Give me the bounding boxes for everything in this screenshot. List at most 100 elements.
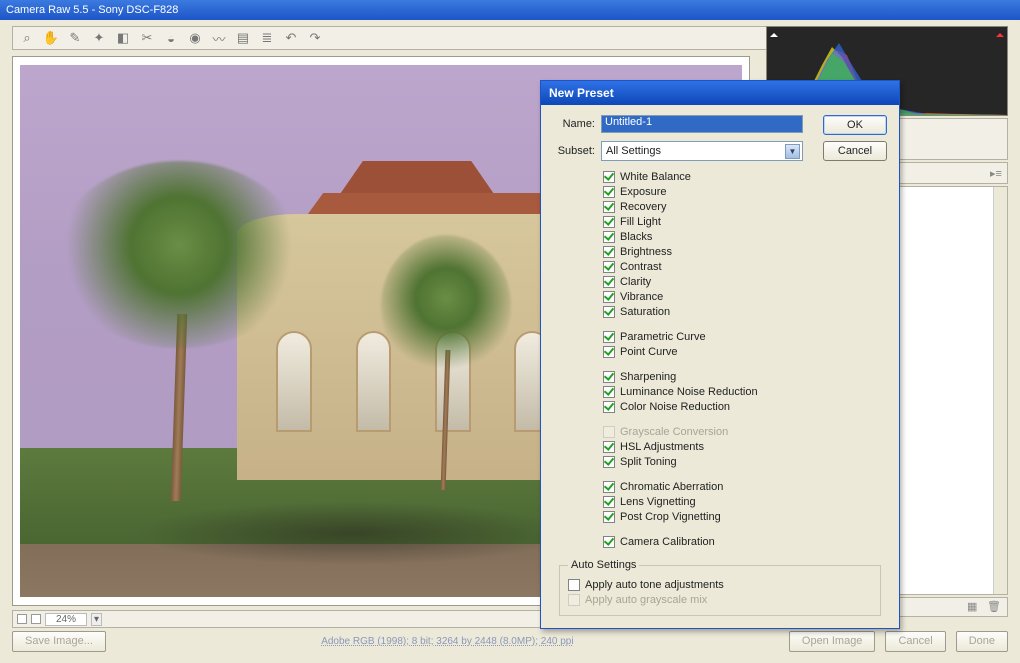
preset-option[interactable]: Saturation (603, 304, 887, 319)
save-image-button[interactable]: Save Image... (12, 631, 106, 652)
cancel-button[interactable]: Cancel (823, 141, 887, 161)
preset-option[interactable]: Sharpening (603, 369, 887, 384)
preset-option-label: Post Crop Vignetting (620, 511, 721, 523)
dialog-titlebar[interactable]: New Preset (541, 81, 899, 105)
rotate-cw-icon[interactable]: ↷ (307, 30, 323, 46)
preset-option[interactable]: Lens Vignetting (603, 494, 887, 509)
preset-option[interactable]: Luminance Noise Reduction (603, 384, 887, 399)
chevron-down-icon[interactable]: ▼ (785, 144, 800, 159)
auto-settings-group: Auto Settings Apply auto tone adjustment… (559, 559, 881, 616)
preset-option-label: Recovery (620, 201, 666, 213)
preset-option-label: Camera Calibration (620, 536, 715, 548)
redeye-icon[interactable]: ◉ (187, 30, 203, 46)
zoom-in-icon[interactable] (31, 614, 41, 624)
auto-settings-legend: Auto Settings (568, 559, 639, 571)
zoom-field[interactable]: 24% (45, 613, 87, 626)
checkbox-icon[interactable] (603, 536, 615, 548)
zoom-tool-icon[interactable]: ⌕ (19, 30, 35, 46)
preset-option[interactable]: Exposure (603, 184, 887, 199)
checkbox-icon[interactable] (603, 496, 615, 508)
bottom-bar: Save Image... Adobe RGB (1998); 8 bit; 3… (12, 627, 1008, 655)
preset-option-label: White Balance (620, 171, 691, 183)
checkbox-icon[interactable] (603, 261, 615, 273)
preset-option-label: Chromatic Aberration (620, 481, 723, 493)
grad-filter-icon[interactable]: ▤ (235, 30, 251, 46)
preset-option[interactable]: Blacks (603, 229, 887, 244)
checkbox-icon[interactable] (603, 331, 615, 343)
checkbox-icon[interactable] (603, 171, 615, 183)
preset-option-label: Lens Vignetting (620, 496, 696, 508)
preset-option[interactable]: Clarity (603, 274, 887, 289)
checkbox-icon[interactable] (603, 186, 615, 198)
preset-option[interactable]: Brightness (603, 244, 887, 259)
checkbox-icon[interactable] (603, 276, 615, 288)
preset-option[interactable]: Color Noise Reduction (603, 399, 887, 414)
preset-option[interactable]: White Balance (603, 169, 887, 184)
preset-option[interactable]: Fill Light (603, 214, 887, 229)
checkbox-icon[interactable] (603, 511, 615, 523)
preset-option[interactable]: Chromatic Aberration (603, 479, 887, 494)
preset-option[interactable]: HSL Adjustments (603, 439, 887, 454)
straighten-icon[interactable]: ✂ (139, 30, 155, 46)
auto-option[interactable]: Apply auto tone adjustments (568, 577, 872, 592)
open-image-button[interactable]: Open Image (789, 631, 876, 652)
preset-option-label: HSL Adjustments (620, 441, 704, 453)
checkbox-icon[interactable] (603, 306, 615, 318)
checkbox-icon[interactable] (568, 579, 580, 591)
preset-option[interactable]: Parametric Curve (603, 329, 887, 344)
new-preset-icon[interactable]: ▦ (967, 600, 981, 614)
prefs-icon[interactable]: ≣ (259, 30, 275, 46)
scrollbar[interactable] (993, 187, 1007, 594)
checkbox-icon[interactable] (603, 246, 615, 258)
eyedropper-icon[interactable]: ✎ (67, 30, 83, 46)
sampler-icon[interactable]: ✦ (91, 30, 107, 46)
subset-select[interactable]: All Settings ▼ (601, 141, 803, 161)
checkbox-icon[interactable] (603, 201, 615, 213)
name-input[interactable]: Untitled-1 (601, 115, 803, 133)
checkbox-icon[interactable] (603, 456, 615, 468)
checkbox-icon[interactable] (603, 216, 615, 228)
checkbox-icon[interactable] (603, 441, 615, 453)
checkbox-icon (568, 594, 580, 606)
preset-option-label: Blacks (620, 231, 652, 243)
preset-option[interactable]: Recovery (603, 199, 887, 214)
tab-menu-icon[interactable]: ▸≡ (989, 166, 1003, 180)
preset-option-label: Parametric Curve (620, 331, 706, 343)
preset-option[interactable]: Vibrance (603, 289, 887, 304)
ok-button[interactable]: OK (823, 115, 887, 135)
window-titlebar: Camera Raw 5.5 - Sony DSC-F828 (0, 0, 1020, 20)
checkbox-icon[interactable] (603, 386, 615, 398)
preset-option[interactable]: Split Toning (603, 454, 887, 469)
delete-preset-icon[interactable]: 🗑 (987, 600, 1001, 614)
preset-option-label: Split Toning (620, 456, 677, 468)
preset-option-label: Saturation (620, 306, 670, 318)
zoom-dropdown-icon[interactable]: ▾ (91, 613, 102, 626)
preset-option-label: Contrast (620, 261, 662, 273)
subset-label: Subset: (553, 145, 595, 157)
preset-option[interactable]: Post Crop Vignetting (603, 509, 887, 524)
checkbox-icon[interactable] (603, 231, 615, 243)
preset-option[interactable]: Camera Calibration (603, 534, 887, 549)
checkbox-icon (603, 426, 615, 438)
crop-icon[interactable]: ◧ (115, 30, 131, 46)
adjust-brush-icon[interactable]: 〰 (211, 30, 227, 46)
checkbox-icon[interactable] (603, 371, 615, 383)
auto-option: Apply auto grayscale mix (568, 592, 872, 607)
preset-option[interactable]: Point Curve (603, 344, 887, 359)
auto-option-label: Apply auto tone adjustments (585, 579, 724, 591)
preset-option-label: Color Noise Reduction (620, 401, 730, 413)
checkbox-icon[interactable] (603, 291, 615, 303)
zoom-out-icon[interactable] (17, 614, 27, 624)
preset-option-label: Sharpening (620, 371, 676, 383)
done-button[interactable]: Done (956, 631, 1008, 652)
hand-tool-icon[interactable]: ✋ (43, 30, 59, 46)
rotate-ccw-icon[interactable]: ↶ (283, 30, 299, 46)
spot-icon[interactable]: ◒ (163, 30, 179, 46)
checkbox-icon[interactable] (603, 346, 615, 358)
cancel-main-button[interactable]: Cancel (885, 631, 945, 652)
checkbox-icon[interactable] (603, 401, 615, 413)
preset-option[interactable]: Contrast (603, 259, 887, 274)
workflow-link[interactable]: Adobe RGB (1998); 8 bit; 3264 by 2448 (8… (321, 636, 573, 647)
preset-option-label: Grayscale Conversion (620, 426, 728, 438)
checkbox-icon[interactable] (603, 481, 615, 493)
